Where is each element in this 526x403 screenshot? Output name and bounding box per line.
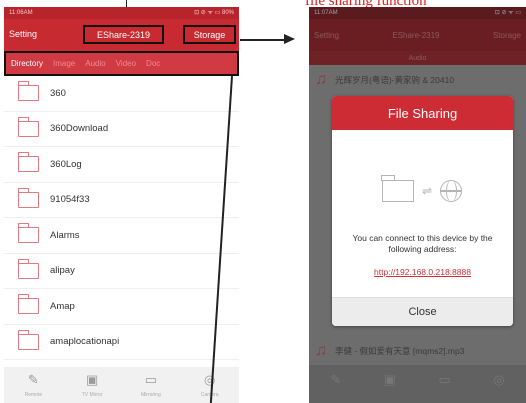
music-note-icon: ♫	[315, 342, 327, 359]
folder-icon	[381, 175, 414, 202]
directory-name: 360Download	[50, 123, 109, 135]
nav-label: TV Mirror	[81, 392, 103, 398]
folder-icon	[17, 329, 39, 350]
folder-icon	[17, 294, 39, 315]
tab-image[interactable]: Image	[53, 59, 75, 68]
directory-name: Amap	[50, 300, 75, 312]
tab-directory[interactable]: Directory	[11, 59, 43, 68]
folder-icon	[17, 258, 39, 279]
list-item[interactable]: Amap	[4, 289, 239, 325]
swap-arrows-icon: ⇌	[421, 184, 433, 198]
folder-icon	[17, 116, 39, 137]
camera-icon[interactable]: ◎	[493, 372, 504, 388]
list-item[interactable]: amaplocationapi	[4, 325, 239, 360]
app-bar: Setting EShare-2319 Storage	[309, 19, 526, 51]
bottom-nav: ✎ ▣ ▭ ◎	[309, 365, 526, 403]
tab-video[interactable]: Video	[116, 59, 136, 68]
audio-title: 李健 - 假如爱有天意 [mqms2].mp3	[335, 346, 465, 356]
list-item[interactable]: 91054f33	[4, 183, 239, 218]
directory-name: Alarms	[50, 229, 80, 241]
globe-icon	[439, 179, 463, 202]
storage-button[interactable]: Storage	[493, 31, 521, 40]
camera-icon: ◎	[203, 372, 216, 387]
tv-mirror-icon: ▣	[85, 372, 99, 387]
status-bar: 11:07AM ⊡ ⊘ ᯤ ▭	[309, 7, 526, 19]
share-illustration: ⇌	[362, 173, 482, 209]
nav-label: Remote	[24, 392, 43, 398]
tab-audio[interactable]: Audio	[85, 59, 105, 68]
directory-list: 360 360Download 360Log 91054f33 Alarms a…	[4, 76, 239, 360]
music-note-icon: ♫	[315, 71, 327, 88]
dialog-message: You can connect to this device by the fo…	[352, 233, 493, 254]
status-bar: 11:06AM ⊡ ⊘ ᯤ ▭ 80%	[4, 7, 239, 19]
list-item[interactable]: 360Log	[4, 147, 239, 183]
status-icons: ⊡ ⊘ ᯤ ▭ 80%	[194, 10, 234, 16]
status-time: 11:07AM	[314, 10, 338, 16]
nav-label: Mirroring	[141, 392, 161, 398]
tv-mirror-icon[interactable]: ▣	[384, 372, 396, 388]
mirroring-icon: ▭	[144, 372, 158, 387]
folder-icon	[17, 187, 39, 208]
dialog-title: File Sharing	[332, 96, 513, 130]
device-name-button[interactable]: EShare-2319	[83, 25, 164, 44]
folder-icon	[17, 223, 39, 244]
directory-name: 91054f33	[50, 194, 90, 206]
list-item[interactable]: ♫ 李健 - 假如爱有天意 [mqms2].mp3	[315, 342, 464, 360]
device-name-button[interactable]: EShare-2319	[392, 31, 439, 40]
list-item[interactable]: ♫ 光辉岁月(粤语)-黄家驹 & 20410	[315, 71, 454, 89]
close-button[interactable]: Close	[332, 297, 513, 326]
directory-name: 360	[50, 87, 66, 99]
directory-name: alipay	[50, 265, 75, 277]
tab-doc[interactable]: Doc	[146, 59, 160, 68]
nav-remote[interactable]: ✎ Remote	[9, 372, 57, 398]
setting-button[interactable]: Setting	[9, 29, 37, 39]
nav-tv-mirror[interactable]: ▣ TV Mirror	[68, 372, 116, 398]
folder-icon	[17, 81, 39, 102]
mirroring-icon[interactable]: ▭	[439, 372, 451, 388]
directory-name: 360Log	[50, 158, 82, 170]
storage-button[interactable]: Storage	[183, 25, 236, 44]
file-sharing-dialog: File Sharing ⇌ You can connect to this d…	[332, 96, 513, 326]
annotation-strip: file sharing function	[0, 0, 526, 9]
screenshot-root: file sharing function 11:06AM ⊡ ⊘ ᯤ ▭ 80…	[0, 0, 526, 403]
share-url-link[interactable]: http://192.168.0.218:8888	[332, 267, 513, 277]
tab-audio[interactable]: Audio	[409, 55, 427, 62]
remote-icon[interactable]: ✎	[330, 372, 341, 388]
list-item[interactable]: 360	[4, 76, 239, 112]
bottom-nav: ✎Remote ▣TV Mirror ▭Mirroring ◎Camera	[4, 367, 239, 403]
tab-bar: Audio	[309, 51, 526, 65]
directory-name: amaplocationapi	[50, 336, 120, 348]
folder-icon	[17, 152, 39, 173]
list-item[interactable]: Alarms	[4, 218, 239, 254]
tab-bar: Directory Image Audio Video Doc	[4, 51, 239, 76]
list-item[interactable]: 360Download	[4, 112, 239, 147]
setting-button[interactable]: Setting	[314, 31, 339, 40]
status-time: 11:06AM	[9, 10, 33, 16]
remote-icon: ✎	[27, 372, 39, 387]
nav-mirroring[interactable]: ▭ Mirroring	[127, 372, 175, 398]
connector-arrow-line	[240, 39, 286, 41]
connector-arrow-head	[284, 34, 295, 44]
dialog-body: ⇌ You can connect to this device by the …	[332, 130, 513, 297]
list-item[interactable]: alipay	[4, 254, 239, 289]
app-bar: Setting EShare-2319 Storage	[4, 19, 239, 51]
left-phone-screen: 11:06AM ⊡ ⊘ ᯤ ▭ 80% Setting EShare-2319 …	[4, 7, 239, 403]
audio-title: 光辉岁月(粤语)-黄家驹 & 20410	[335, 75, 455, 85]
status-icons: ⊡ ⊘ ᯤ ▭	[494, 10, 521, 16]
